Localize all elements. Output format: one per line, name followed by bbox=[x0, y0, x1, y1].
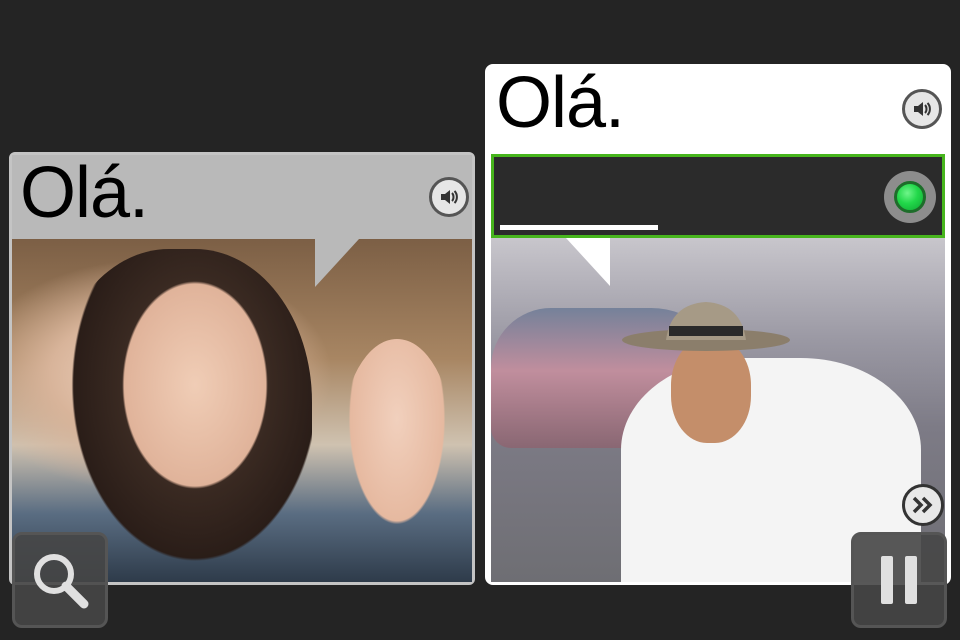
answer-input-area[interactable] bbox=[491, 154, 945, 238]
pause-button[interactable] bbox=[851, 532, 947, 628]
speaker-icon bbox=[441, 190, 458, 204]
microphone-button[interactable] bbox=[884, 171, 936, 223]
right-response-card: Olá. bbox=[485, 64, 951, 585]
right-speaker-button[interactable] bbox=[902, 89, 942, 129]
man-face bbox=[671, 338, 751, 443]
speaker-icon bbox=[914, 102, 931, 116]
answer-underline bbox=[500, 225, 658, 230]
pause-icon bbox=[881, 556, 917, 604]
right-speech-bubble-tail bbox=[566, 238, 610, 286]
right-phrase: Olá. bbox=[496, 63, 625, 143]
fast-forward-icon bbox=[912, 496, 933, 514]
man-with-hat-photo bbox=[491, 238, 945, 582]
left-caption-bar: Olá. bbox=[12, 155, 472, 239]
magnifier-icon bbox=[34, 554, 89, 609]
search-button[interactable] bbox=[12, 532, 108, 628]
waving-hand bbox=[342, 339, 452, 539]
left-speech-bubble-tail bbox=[315, 239, 359, 287]
hat bbox=[622, 302, 790, 351]
left-phrase: Olá. bbox=[20, 153, 149, 233]
woman-waving-photo bbox=[12, 239, 472, 582]
skip-button[interactable] bbox=[902, 484, 944, 526]
microphone-record-icon bbox=[894, 181, 926, 213]
left-speaker-button[interactable] bbox=[429, 177, 469, 217]
left-prompt-card: Olá. bbox=[9, 152, 475, 585]
